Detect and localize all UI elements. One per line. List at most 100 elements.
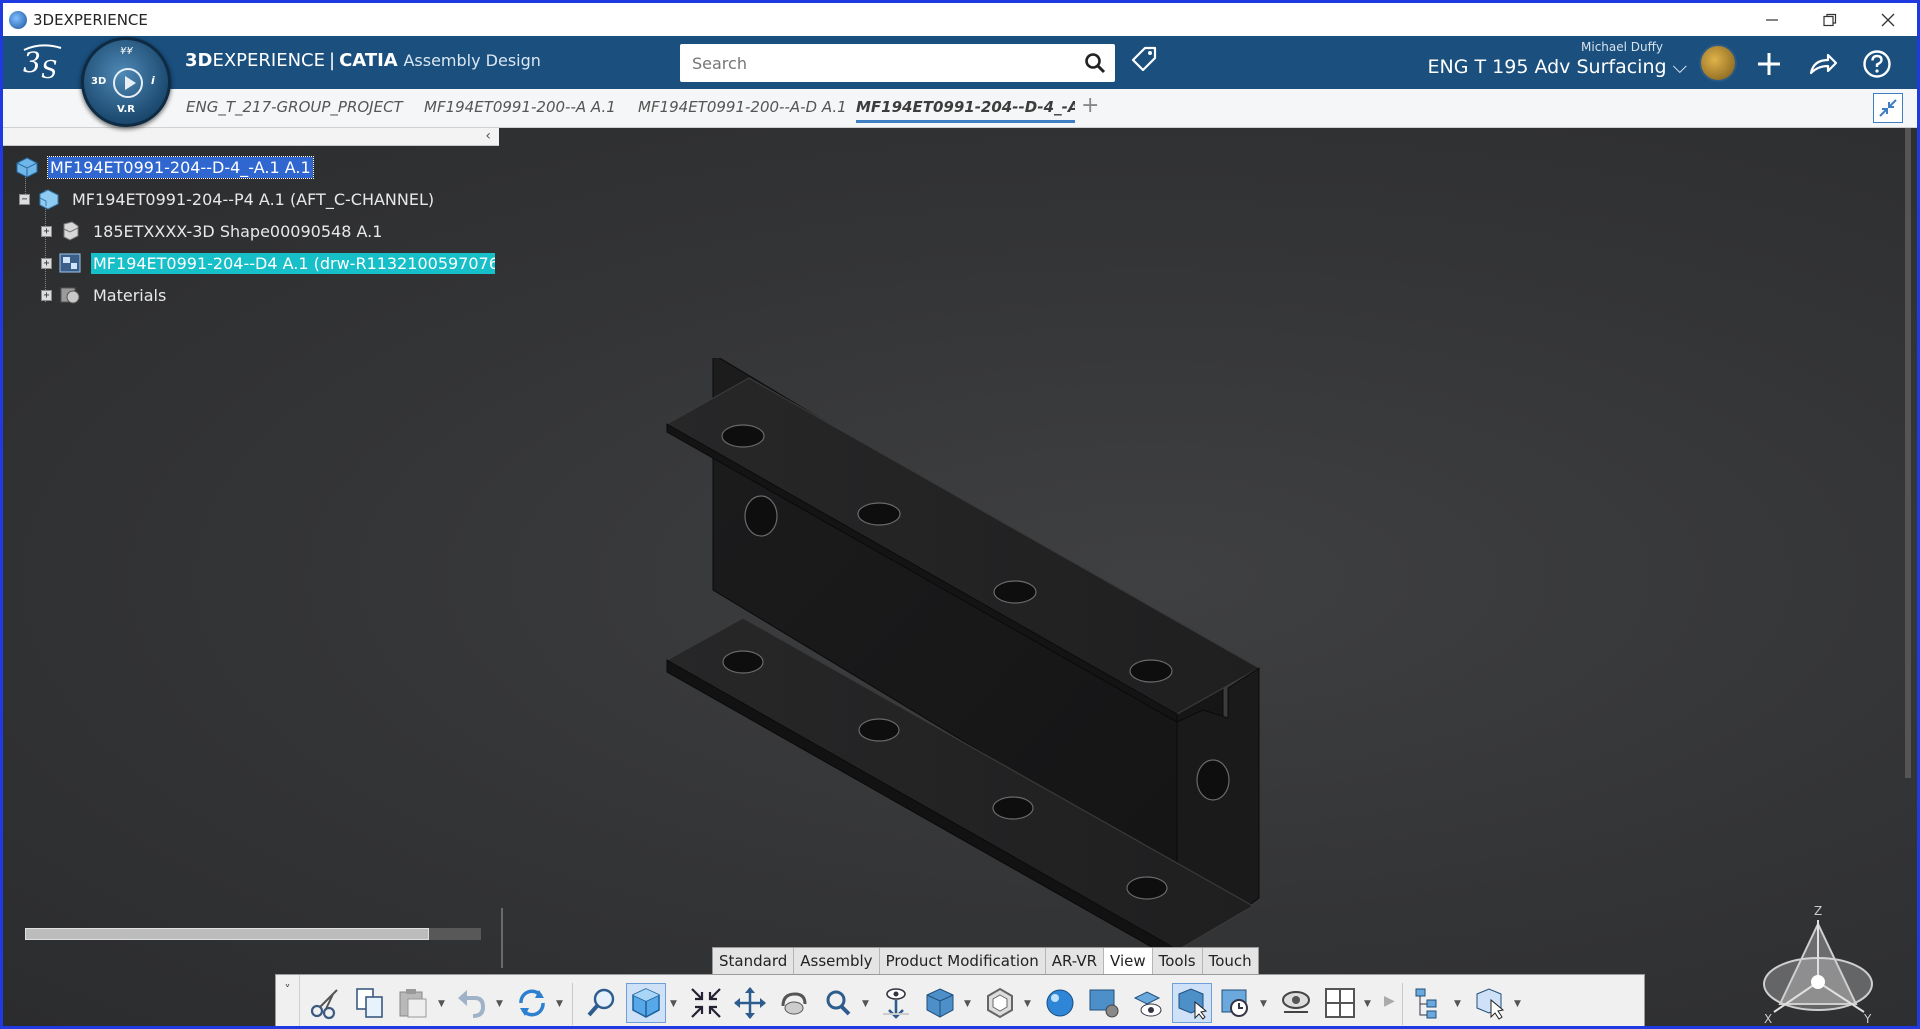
update-dropdown[interactable]: ▼ (556, 999, 563, 1009)
undo-dropdown[interactable]: ▼ (496, 999, 503, 1009)
tag-button[interactable] (1129, 44, 1165, 80)
scrollbar-thumb[interactable] (25, 928, 429, 940)
tab-mf194-200-a-d[interactable]: MF194ET0991-200--A-D A.1 (638, 98, 850, 116)
history-dropdown[interactable]: ▼ (1260, 999, 1267, 1009)
tree-node-c-channel[interactable]: − MF194ET0991-204--P4 A.1 (AFT_C-CHANNEL… (19, 188, 436, 210)
compass-3d-quadrant[interactable]: 3D (91, 76, 106, 87)
fit-all-in-button[interactable] (582, 983, 622, 1023)
selection-filter-button[interactable] (1172, 983, 1212, 1023)
tree-node-materials-label[interactable]: Materials (91, 285, 168, 306)
split-view-dropdown[interactable]: ▼ (1364, 999, 1371, 1009)
cube-icon (632, 988, 660, 1018)
collapse-tree-button[interactable]: ‹ (485, 128, 491, 144)
visualization-settings-button[interactable] (1084, 983, 1124, 1023)
ds-logo[interactable]: 3S (21, 42, 65, 90)
panel-splitter[interactable] (501, 908, 503, 968)
3d-shape-icon (63, 221, 79, 241)
zoom-button[interactable] (818, 983, 858, 1023)
view-mode-button[interactable] (920, 983, 960, 1023)
reorder-dropdown[interactable]: ▼ (1514, 999, 1521, 1009)
collaborative-space-selector[interactable]: ENG T 195 Adv Surfacing ⌵ (1428, 56, 1687, 78)
normal-view-button[interactable] (876, 983, 916, 1023)
tree-node-3d-shape[interactable]: + 185ETXXXX-3D Shape00090548 A.1 (41, 220, 384, 242)
user-info[interactable]: Michael Duffy ENG T 195 Adv Surfacing ⌵ (1428, 40, 1687, 78)
paste-button[interactable] (394, 983, 434, 1023)
pan-button[interactable] (730, 983, 770, 1023)
more-tools-arrow[interactable]: ▶ (1384, 993, 1395, 1009)
share-button[interactable] (1803, 44, 1843, 84)
tree-node-c-channel-label[interactable]: MF194ET0991-204--P4 A.1 (AFT_C-CHANNEL) (70, 189, 436, 210)
right-scrollbar[interactable] (1905, 128, 1911, 778)
hide-show-button[interactable] (1128, 983, 1168, 1023)
rotate-button[interactable] (774, 983, 814, 1023)
tab-product-modification[interactable]: Product Modification (880, 948, 1046, 974)
tab-mf194-200-a[interactable]: MF194ET0991-200--A A.1 (424, 98, 614, 116)
add-tab-button[interactable]: + (1081, 93, 1099, 118)
tab-touch[interactable]: Touch (1203, 948, 1258, 974)
help-button[interactable] (1857, 44, 1897, 84)
split-view-button[interactable] (1320, 983, 1360, 1023)
collapse-node-button[interactable]: − (19, 193, 30, 205)
compass-vr-quadrant[interactable]: V.R (117, 104, 135, 115)
share-icon (1809, 53, 1838, 75)
compass-social-quadrant[interactable]: ¥¥ (120, 46, 133, 57)
expand-node-button[interactable]: + (41, 289, 52, 301)
paste-icon (399, 989, 427, 1018)
compass-widget[interactable]: 3D V.R i ¥¥ (81, 37, 171, 127)
render-style-button[interactable] (980, 983, 1020, 1023)
tab-assembly[interactable]: Assembly (794, 948, 880, 974)
update-button[interactable] (512, 983, 552, 1023)
render-style-dropdown[interactable]: ▼ (1024, 999, 1031, 1009)
iso-view-button[interactable] (626, 983, 666, 1023)
tree-node-materials[interactable]: + Materials (41, 284, 168, 306)
tree-node-root[interactable]: MF194ET0991-204--D-4_-A.1 A.1 (15, 155, 314, 179)
minimize-header-button[interactable] (1873, 93, 1903, 123)
tree-dropdown[interactable]: ▼ (1454, 999, 1461, 1009)
expand-node-button[interactable]: + (41, 225, 52, 237)
ambiance-button[interactable] (1040, 983, 1080, 1023)
search-box[interactable] (680, 44, 1115, 82)
tab-standard[interactable]: Standard (713, 948, 795, 974)
view-dropdown[interactable]: ▼ (670, 999, 677, 1009)
tab-eng-t-217[interactable]: ENG_T_217-GROUP_PROJECT (186, 98, 404, 116)
window-title: 3DEXPERIENCE (33, 10, 148, 29)
tab-ar-vr[interactable]: AR-VR (1046, 948, 1105, 974)
close-button[interactable] (1859, 3, 1917, 36)
tree-node-root-label[interactable]: MF194ET0991-204--D-4_-A.1 A.1 (47, 155, 314, 179)
tab-tools[interactable]: Tools (1153, 948, 1203, 974)
expand-node-button[interactable]: + (41, 257, 52, 269)
add-button[interactable] (1749, 44, 1789, 84)
zoom-area-button[interactable] (686, 983, 726, 1023)
tab-mf194-204-d-4[interactable]: MF194ET0991-204--D-4_-A (856, 98, 1075, 123)
svg-text:3: 3 (23, 46, 41, 79)
reorder-view-button[interactable] (1470, 983, 1510, 1023)
search-button[interactable] (1075, 44, 1115, 82)
view-mode-dropdown[interactable]: ▼ (964, 999, 971, 1009)
scissors-icon (310, 989, 338, 1020)
tree-horizontal-scrollbar[interactable] (25, 928, 481, 940)
tab-view[interactable]: View (1104, 948, 1153, 974)
zoom-dropdown[interactable]: ▼ (862, 999, 869, 1009)
play-icon[interactable] (113, 68, 143, 98)
brand-3d: 3D (185, 50, 213, 71)
minimize-button[interactable] (1743, 3, 1801, 36)
history-button[interactable] (1216, 983, 1256, 1023)
tree-node-drawing[interactable]: + MF194ET0991-204--D4 A.1 (drw-R11321005… (41, 252, 495, 274)
capture-button[interactable] (1276, 983, 1316, 1023)
copy-button[interactable] (350, 983, 390, 1023)
tree-node-drawing-label[interactable]: MF194ET0991-204--D4 A.1 (drw-R1132100597… (91, 252, 495, 274)
c-channel-part[interactable] (643, 358, 1273, 958)
restore-button[interactable] (1801, 3, 1859, 36)
paste-dropdown[interactable]: ▼ (438, 999, 445, 1009)
expand-action-bar-button[interactable]: ˅ (276, 975, 300, 1026)
brand-experience: EXPERIENCE (212, 50, 325, 71)
view-axis-triad[interactable]: Z X Y (1758, 904, 1878, 1026)
tree-node-3d-shape-label[interactable]: 185ETXXXX-3D Shape00090548 A.1 (91, 221, 384, 242)
tree-expand-button[interactable] (1410, 983, 1450, 1023)
search-input[interactable] (680, 44, 1075, 82)
undo-button[interactable] (452, 983, 492, 1023)
avatar[interactable] (1699, 44, 1737, 82)
app-module-name: Assembly Design (403, 51, 541, 70)
cut-button[interactable] (306, 983, 346, 1023)
compass-info-quadrant[interactable]: i (151, 74, 155, 87)
